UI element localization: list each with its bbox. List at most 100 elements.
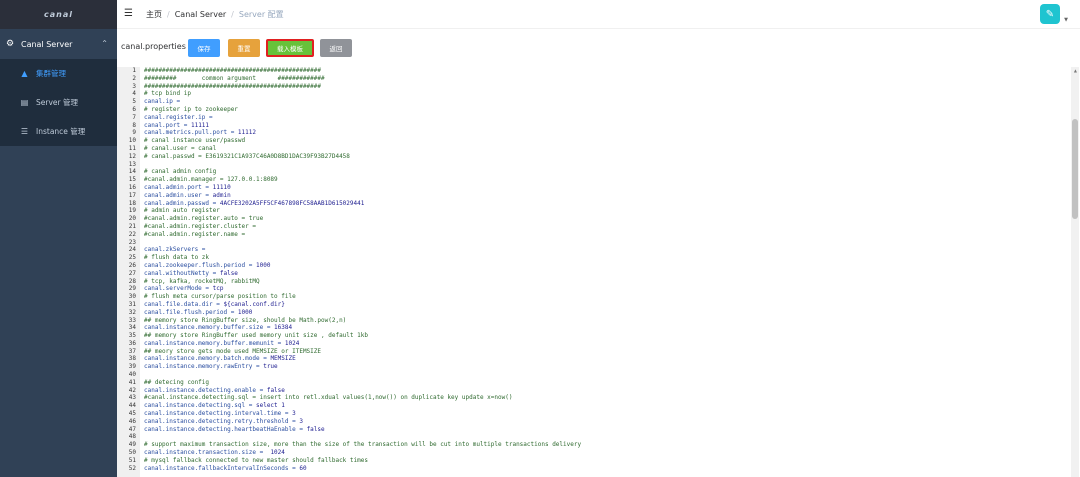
code-text[interactable]: canal.port = 11111 bbox=[140, 122, 209, 130]
code-text[interactable]: # canal instance user/passwd bbox=[140, 137, 245, 145]
code-line[interactable]: 36 canal.instance.memory.buffer.memunit =… bbox=[117, 340, 1069, 348]
breadcrumb-canal-server[interactable]: Canal Server bbox=[175, 10, 226, 19]
code-line[interactable]: 29 canal.serverMode = tcp bbox=[117, 285, 1069, 293]
code-text[interactable]: # flush data to zk bbox=[140, 254, 209, 262]
code-text[interactable] bbox=[140, 371, 144, 379]
code-line[interactable]: 49 # support maximum transaction size, mo… bbox=[117, 441, 1069, 449]
code-text[interactable]: canal.zkServers = bbox=[140, 246, 205, 254]
code-line[interactable]: 9 canal.metrics.pull.port = 11112 bbox=[117, 129, 1069, 137]
code-text[interactable]: canal.admin.port = 11110 bbox=[140, 184, 231, 192]
reset-button[interactable]: 重置 bbox=[228, 39, 260, 57]
code-line[interactable]: 26 canal.zookeeper.flush.period = 1000 bbox=[117, 262, 1069, 270]
code-line[interactable]: 28 # tcp, kafka, rocketMQ, rabbitMQ bbox=[117, 278, 1069, 286]
code-text[interactable]: #canal.admin.register.auto = true bbox=[140, 215, 263, 223]
code-line[interactable]: 22 #canal.admin.register.name = bbox=[117, 231, 1069, 239]
code-line[interactable]: 40 bbox=[117, 371, 1069, 379]
code-line[interactable]: 43 #canal.instance.detecting.sql = insert… bbox=[117, 394, 1069, 402]
code-line[interactable]: 34 canal.instance.memory.buffer.size = 16… bbox=[117, 324, 1069, 332]
code-line[interactable]: 37 ## meory store gets mode used MEMSIZE … bbox=[117, 348, 1069, 356]
scrollbar-thumb[interactable] bbox=[1072, 119, 1078, 219]
code-line[interactable]: 5 canal.ip = bbox=[117, 98, 1069, 106]
caret-down-icon[interactable]: ▼ bbox=[1064, 17, 1068, 23]
code-text[interactable]: ## detecing config bbox=[140, 379, 209, 387]
user-avatar[interactable]: ✎ bbox=[1040, 4, 1060, 24]
code-line[interactable]: 35 ## memory store RingBuffer used memory… bbox=[117, 332, 1069, 340]
code-line[interactable]: 38 canal.instance.memory.batch.mode = MEM… bbox=[117, 355, 1069, 363]
code-text[interactable]: canal.instance.detecting.sql = select 1 bbox=[140, 402, 285, 410]
code-text[interactable]: # tcp bind ip bbox=[140, 90, 191, 98]
code-line[interactable]: 20 #canal.admin.register.auto = true bbox=[117, 215, 1069, 223]
code-line[interactable]: 47 canal.instance.detecting.heartbeatHaEn… bbox=[117, 426, 1069, 434]
code-line[interactable]: 21 #canal.admin.register.cluster = bbox=[117, 223, 1069, 231]
code-text[interactable]: canal.serverMode = tcp bbox=[140, 285, 223, 293]
code-line[interactable]: 39 canal.instance.memory.rawEntry = true bbox=[117, 363, 1069, 371]
code-text[interactable]: # canal.passwd = E3619321C1A937C46A0D8BD… bbox=[140, 153, 350, 161]
code-text[interactable]: canal.instance.memory.batch.mode = MEMSI… bbox=[140, 355, 296, 363]
code-text[interactable]: ## meory store gets mode used MEMSIZE or… bbox=[140, 348, 321, 356]
code-line[interactable]: 12 # canal.passwd = E3619321C1A937C46A0D8… bbox=[117, 153, 1069, 161]
code-text[interactable]: # register ip to zookeeper bbox=[140, 106, 238, 114]
code-line[interactable]: 46 canal.instance.detecting.retry.thresho… bbox=[117, 418, 1069, 426]
code-text[interactable]: # support maximum transaction size, more… bbox=[140, 441, 581, 449]
code-text[interactable]: canal.instance.detecting.interval.time =… bbox=[140, 410, 296, 418]
code-text[interactable]: canal.instance.memory.buffer.memunit = 1… bbox=[140, 340, 299, 348]
code-line[interactable]: 31 canal.file.data.dir = ${canal.conf.dir… bbox=[117, 301, 1069, 309]
code-text[interactable]: canal.metrics.pull.port = 11112 bbox=[140, 129, 256, 137]
code-text[interactable]: canal.register.ip = bbox=[140, 114, 213, 122]
code-text[interactable]: ## memory store RingBuffer used memory u… bbox=[140, 332, 368, 340]
code-line[interactable]: 10 # canal instance user/passwd bbox=[117, 137, 1069, 145]
code-line[interactable]: 23 bbox=[117, 239, 1069, 247]
code-text[interactable]: canal.admin.passwd = 4ACFE3202A5FF5CF467… bbox=[140, 200, 364, 208]
code-text[interactable]: canal.instance.transaction.size = 1024 bbox=[140, 449, 285, 457]
code-line[interactable]: 17 canal.admin.user = admin bbox=[117, 192, 1069, 200]
code-text[interactable]: #canal.admin.register.name = bbox=[140, 231, 245, 239]
code-text[interactable]: #canal.admin.register.cluster = bbox=[140, 223, 256, 231]
code-editor[interactable]: 1 #######################################… bbox=[117, 67, 1079, 477]
code-line[interactable]: 6 # register ip to zookeeper bbox=[117, 106, 1069, 114]
code-text[interactable] bbox=[140, 161, 144, 169]
code-text[interactable] bbox=[140, 239, 144, 247]
code-line[interactable]: 32 canal.file.flush.period = 1000 bbox=[117, 309, 1069, 317]
code-line[interactable]: 42 canal.instance.detecting.enable = fals… bbox=[117, 387, 1069, 395]
code-text[interactable]: # tcp, kafka, rocketMQ, rabbitMQ bbox=[140, 278, 260, 286]
code-text[interactable]: # admin auto register bbox=[140, 207, 220, 215]
code-text[interactable]: canal.instance.fallbackIntervalInSeconds… bbox=[140, 465, 307, 473]
code-line[interactable]: 16 canal.admin.port = 11110 bbox=[117, 184, 1069, 192]
code-line[interactable]: 50 canal.instance.transaction.size = 1024 bbox=[117, 449, 1069, 457]
code-line[interactable]: 48 bbox=[117, 433, 1069, 441]
code-line[interactable]: 44 canal.instance.detecting.sql = select … bbox=[117, 402, 1069, 410]
code-text[interactable]: canal.admin.user = admin bbox=[140, 192, 231, 200]
code-text[interactable]: canal.instance.memory.buffer.size = 1638… bbox=[140, 324, 292, 332]
sidebar-item-server[interactable]: ▤ Server 管理 bbox=[0, 88, 117, 117]
code-line[interactable]: 24 canal.zkServers = bbox=[117, 246, 1069, 254]
code-text[interactable]: # canal admin config bbox=[140, 168, 216, 176]
code-line[interactable]: 4 # tcp bind ip bbox=[117, 90, 1069, 98]
hamburger-icon[interactable]: ☰ bbox=[124, 9, 134, 19]
code-line[interactable]: 18 canal.admin.passwd = 4ACFE3202A5FF5CF4… bbox=[117, 200, 1069, 208]
code-lines[interactable]: 1 #######################################… bbox=[117, 67, 1069, 472]
code-line[interactable]: 7 canal.register.ip = bbox=[117, 114, 1069, 122]
code-line[interactable]: 2 ######### common argument ############# bbox=[117, 75, 1069, 83]
code-text[interactable]: canal.instance.detecting.heartbeatHaEnab… bbox=[140, 426, 325, 434]
vertical-scrollbar[interactable]: ▲ bbox=[1071, 67, 1079, 477]
canal-logo[interactable]: canal bbox=[44, 10, 73, 19]
code-text[interactable] bbox=[140, 433, 144, 441]
code-line[interactable]: 30 # flush meta cursor/parse position to … bbox=[117, 293, 1069, 301]
code-text[interactable]: ########################################… bbox=[140, 83, 321, 91]
code-line[interactable]: 3 #######################################… bbox=[117, 83, 1069, 91]
code-line[interactable]: 11 # canal.user = canal bbox=[117, 145, 1069, 153]
code-text[interactable]: canal.zookeeper.flush.period = 1000 bbox=[140, 262, 270, 270]
code-text[interactable]: canal.instance.detecting.enable = false bbox=[140, 387, 285, 395]
code-line[interactable]: 15 #canal.admin.manager = 127.0.0.1:8089 bbox=[117, 176, 1069, 184]
code-text[interactable]: canal.instance.memory.rawEntry = true bbox=[140, 363, 278, 371]
sidebar-group-canal-server[interactable]: ⚙ Canal Server ⌃ bbox=[0, 29, 117, 59]
load-template-button[interactable]: 载入模板 bbox=[266, 39, 314, 57]
code-text[interactable]: canal.file.flush.period = 1000 bbox=[140, 309, 252, 317]
code-text[interactable]: #canal.instance.detecting.sql = insert i… bbox=[140, 394, 512, 402]
code-text[interactable]: ########################################… bbox=[140, 67, 321, 75]
code-line[interactable]: 45 canal.instance.detecting.interval.time… bbox=[117, 410, 1069, 418]
code-line[interactable]: 8 canal.port = 11111 bbox=[117, 122, 1069, 130]
back-button[interactable]: 返回 bbox=[320, 39, 352, 57]
code-line[interactable]: 27 canal.withoutNetty = false bbox=[117, 270, 1069, 278]
code-line[interactable]: 19 # admin auto register bbox=[117, 207, 1069, 215]
